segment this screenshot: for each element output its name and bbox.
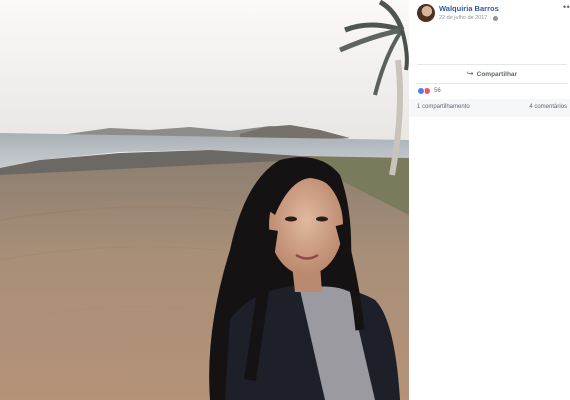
share-arrow-icon: ↪	[466, 69, 474, 78]
like-icon	[417, 87, 425, 95]
more-options-button[interactable]: •••	[563, 3, 570, 12]
comments-count-link[interactable]: 4 comentários	[529, 104, 567, 110]
globe-icon[interactable]	[493, 15, 499, 21]
avatar[interactable]	[417, 4, 435, 22]
stats-bar: 1 compartilhamento 4 comentários	[409, 99, 570, 117]
divider	[417, 64, 567, 65]
beach-selfie-image	[0, 0, 409, 400]
engagement-stats: 1 compartilhamento 4 comentários	[417, 104, 567, 114]
reactions-summary[interactable]: 56	[417, 87, 441, 95]
post-photo[interactable]	[0, 0, 409, 400]
author-name[interactable]: Walquiria Barros	[439, 4, 499, 13]
reaction-count: 56	[434, 88, 441, 94]
share-label: Compartilhar	[476, 70, 518, 78]
shares-count-link[interactable]: 1 compartilhamento	[417, 104, 470, 110]
share-button[interactable]: ↪ Compartilhar	[417, 67, 567, 81]
divider	[417, 83, 567, 84]
post-header: Walquiria Barros 22 de julho de 2017 · •…	[417, 3, 570, 23]
post-side-panel: Walquiria Barros 22 de julho de 2017 · •…	[409, 0, 570, 400]
meta-separator: ·	[489, 15, 492, 21]
post-date[interactable]: 22 de julho de 2017	[439, 15, 487, 21]
post-meta: 22 de julho de 2017 ·	[439, 15, 499, 21]
